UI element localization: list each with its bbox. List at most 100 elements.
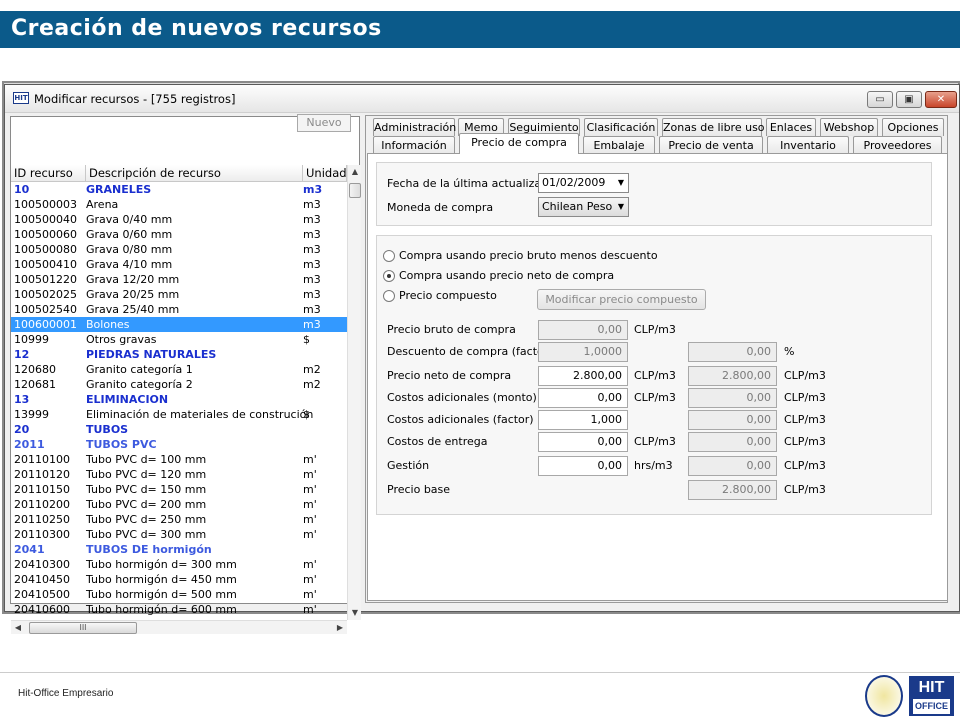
scroll-down-icon[interactable]: ▼ (348, 606, 362, 620)
window-titlebar[interactable]: HIT Modificar recursos - [755 registros]… (5, 85, 959, 113)
column-header-id[interactable]: ID recurso (11, 165, 86, 182)
tab-embalaje[interactable]: Embalaje (583, 136, 655, 154)
logo-text-hit: HIT (918, 679, 945, 696)
table-row[interactable]: 20110100 Tubo PVC d= 100 mm m' (11, 452, 347, 467)
radio-net-price-label[interactable]: Compra usando precio neto de compra (399, 269, 614, 282)
table-row[interactable]: 20110200 Tubo PVC d= 200 mm m' (11, 497, 347, 512)
table-row[interactable]: 100500410 Grava 4/10 mm m3 (11, 257, 347, 272)
table-row[interactable]: 20410300 Tubo hormigón d= 300 mm m' (11, 557, 347, 572)
unit-label-secondary: CLP/m3 (784, 369, 826, 382)
table-row[interactable]: 120681 Granito categoría 2 m2 (11, 377, 347, 392)
row-unit: m3 (303, 198, 321, 211)
price-row-label: Costos adicionales (factor) (387, 413, 534, 426)
table-row[interactable]: 100500040 Grava 0/40 mm m3 (11, 212, 347, 227)
tab-clasificaci-n[interactable]: Clasificación (584, 118, 658, 136)
table-row[interactable]: 100502025 Grava 20/25 mm m3 (11, 287, 347, 302)
price-input[interactable]: 2.800,00 (538, 366, 628, 386)
table-row[interactable]: 20 TUBOS (11, 422, 347, 437)
table-row[interactable]: 20410450 Tubo hormigón d= 450 mm m' (11, 572, 347, 587)
price-input[interactable]: 0,00 (538, 432, 628, 452)
computed-price-field: 2.800,00 (688, 366, 777, 386)
price-input[interactable]: 1,0000 (538, 342, 628, 362)
tab-zonas-de-libre-uso[interactable]: Zonas de libre uso (662, 118, 765, 136)
table-row[interactable]: 100500060 Grava 0/60 mm m3 (11, 227, 347, 242)
currency-select[interactable]: Chilean Peso ▼ (538, 197, 629, 217)
row-description: Eliminación de materiales de construción (86, 408, 314, 421)
scroll-right-icon[interactable]: ▶ (333, 621, 347, 635)
table-row[interactable]: 20110150 Tubo PVC d= 150 mm m' (11, 482, 347, 497)
table-row[interactable]: 20110300 Tubo PVC d= 300 mm m' (11, 527, 347, 542)
row-unit: m2 (303, 378, 321, 391)
row-unit: m2 (303, 363, 321, 376)
currency-label: Moneda de compra (387, 201, 494, 214)
scroll-up-icon[interactable]: ▲ (348, 165, 362, 179)
scroll-thumb[interactable] (349, 183, 361, 198)
computed-price-field: 0,00 (688, 456, 777, 476)
row-unit: m' (303, 513, 317, 526)
modify-compound-price-button[interactable]: Modificar precio compuesto (537, 289, 706, 310)
radio-gross-price[interactable] (383, 250, 395, 262)
row-description: Granito categoría 1 (86, 363, 193, 376)
table-row[interactable]: 10999 Otros gravas $ (11, 332, 347, 347)
tab-administraci-n[interactable]: Administración (373, 118, 456, 136)
table-row[interactable]: 12 PIEDRAS NATURALES (11, 347, 347, 362)
tab-proveedores[interactable]: Proveedores (853, 136, 942, 154)
computed-price-field: 2.800,00 (688, 480, 777, 500)
scroll-left-icon[interactable]: ◀ (11, 621, 25, 635)
row-description: Granito categoría 2 (86, 378, 193, 391)
table-row[interactable]: 13999 Eliminación de materiales de constr… (11, 407, 347, 422)
horizontal-scroll-thumb[interactable]: III (29, 622, 137, 634)
radio-net-price[interactable] (383, 270, 395, 282)
table-row[interactable]: 2011 TUBOS PVC (11, 437, 347, 452)
row-description: ELIMINACION (86, 393, 169, 406)
row-unit: m' (303, 498, 317, 511)
table-row[interactable]: 100600001 Bolones m3 (11, 317, 347, 332)
table-row[interactable]: 100500003 Arena m3 (11, 197, 347, 212)
radio-compound-price[interactable] (383, 290, 395, 302)
row-id: 100500080 (14, 243, 77, 256)
price-input[interactable]: 1,000 (538, 410, 628, 430)
table-row[interactable]: 20110250 Tubo PVC d= 250 mm m' (11, 512, 347, 527)
table-row[interactable]: 100502540 Grava 25/40 mm m3 (11, 302, 347, 317)
column-header-description[interactable]: Descripción de recurso (86, 165, 303, 182)
table-row[interactable]: 13 ELIMINACION (11, 392, 347, 407)
new-button[interactable]: Nuevo (297, 114, 351, 132)
table-row[interactable]: 2041 TUBOS DE hormigón (11, 542, 347, 557)
table-row[interactable]: 100500080 Grava 0/80 mm m3 (11, 242, 347, 257)
minimize-button[interactable]: ▭ (867, 91, 893, 108)
footer-text: Hit-Office Empresario (18, 688, 114, 699)
row-id: 20410300 (14, 558, 70, 571)
table-row[interactable]: 120680 Granito categoría 1 m2 (11, 362, 347, 377)
tab-webshop[interactable]: Webshop (820, 118, 878, 136)
price-input[interactable]: 0,00 (538, 456, 628, 476)
tab-enlaces[interactable]: Enlaces (766, 118, 816, 136)
row-id: 13999 (14, 408, 49, 421)
radio-gross-price-label[interactable]: Compra usando precio bruto menos descuen… (399, 249, 658, 262)
row-description: Tubo hormigón d= 500 mm (86, 588, 237, 601)
tab-precio-de-compra[interactable]: Precio de compra (459, 133, 579, 154)
price-input[interactable]: 0,00 (538, 320, 628, 340)
table-row[interactable]: 20410600 Tubo hormigón d= 600 mm m' (11, 602, 347, 617)
tab-opciones[interactable]: Opciones (882, 118, 944, 136)
table-row[interactable]: 100501220 Grava 12/20 mm m3 (11, 272, 347, 287)
table-row[interactable]: 20410500 Tubo hormigón d= 500 mm m' (11, 587, 347, 602)
table-row[interactable]: 20110120 Tubo PVC d= 120 mm m' (11, 467, 347, 482)
table-row[interactable]: 10 GRANELES m3 (11, 182, 347, 197)
row-description: PIEDRAS NATURALES (86, 348, 217, 361)
tab-inventario[interactable]: Inventario (767, 136, 849, 154)
vertical-scrollbar[interactable]: ▲ ▼ (347, 165, 361, 620)
price-input[interactable]: 0,00 (538, 388, 628, 408)
column-header-unit[interactable]: Unidad (303, 165, 347, 182)
close-button[interactable]: ✕ (925, 91, 957, 108)
horizontal-scrollbar[interactable]: ◀ III ▶ (11, 620, 347, 634)
update-date-picker[interactable]: 01/02/2009 ▼ (538, 173, 629, 193)
radio-compound-price-label[interactable]: Precio compuesto (399, 289, 497, 302)
price-row-label: Descuento de compra (factor) (387, 345, 553, 358)
row-description: Grava 0/80 mm (86, 243, 173, 256)
tab-precio-de-venta[interactable]: Precio de venta (659, 136, 763, 154)
row-description: Grava 0/40 mm (86, 213, 173, 226)
maximize-button[interactable]: ▣ (896, 91, 922, 108)
row-description: Grava 4/10 mm (86, 258, 173, 271)
row-description: Tubo hormigón d= 450 mm (86, 573, 237, 586)
tab-informaci-n[interactable]: Información (373, 136, 455, 154)
